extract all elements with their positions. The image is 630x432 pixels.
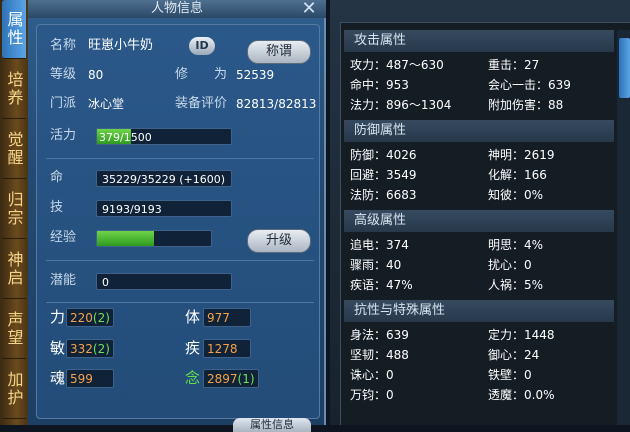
divider <box>46 260 314 261</box>
exp-bar-fill <box>97 231 154 246</box>
resist-stat-5: 铁壁：0 <box>488 368 532 382</box>
vertical-tab-bar: 属性 培养 觉醒 归宗 神启 声望 加护 <box>0 0 28 425</box>
skill-label: 技 <box>50 200 64 215</box>
divider <box>46 158 314 159</box>
gear-score-label: 装备评价 <box>175 96 228 111</box>
tab-protection[interactable]: 加护 <box>2 360 26 419</box>
strength-value: 220 <box>70 311 93 325</box>
name-value: 旺崽小牛奶 <box>88 38 154 53</box>
strength-value-box: 220(2) <box>66 308 114 327</box>
life-value: 35229/35229 (+1600) <box>96 170 232 187</box>
exp-bar <box>96 230 212 247</box>
tab-awaken[interactable]: 觉醒 <box>2 120 26 179</box>
vitality-bar: 379/1500 <box>96 128 232 145</box>
advanced-stat-3: 扰心：0 <box>488 258 532 272</box>
strength-bonus: (2) <box>92 311 110 325</box>
advanced-stat-4: 疾语：47% <box>350 278 413 292</box>
cultivation-value: 52539 <box>236 68 275 82</box>
defense-stat-1: 神明：2619 <box>488 148 555 162</box>
level-value: 80 <box>88 68 104 82</box>
mind-label: 念 <box>185 369 201 387</box>
vitality-label: 活力 <box>50 128 77 143</box>
speed-label: 疾 <box>185 339 201 357</box>
divider <box>46 302 314 303</box>
skill-value: 9193/9193 <box>96 200 232 217</box>
sect-label: 门派 <box>50 96 77 111</box>
advanced-stat-0: 追电：374 <box>350 238 409 252</box>
name-label: 名称 <box>50 38 77 53</box>
speed-value-box: 1278 <box>203 339 251 358</box>
advanced-stat-5: 人祸：5% <box>488 278 544 292</box>
resist-stat-4: 诛心：0 <box>350 368 394 382</box>
tab-cultivate[interactable]: 培养 <box>2 60 26 119</box>
attack-stat-2: 命中：953 <box>350 78 409 92</box>
id-button[interactable]: ID <box>189 37 215 55</box>
potential-label: 潜能 <box>50 273 77 288</box>
defense-stat-5: 知彼：0% <box>488 188 544 202</box>
defense-stat-2: 回避：3549 <box>350 168 417 182</box>
upgrade-button[interactable]: 升级 <box>247 229 311 253</box>
attribute-info-button[interactable]: 属性信息 <box>233 418 311 432</box>
mind-value: 2897 <box>207 372 238 386</box>
life-label: 命 <box>50 170 64 185</box>
defense-stat-3: 化解：166 <box>488 168 547 182</box>
agility-bonus: (2) <box>92 342 110 356</box>
potential-value: 0 <box>96 273 232 290</box>
detail-scrollbar-thumb[interactable] <box>619 38 630 98</box>
attack-stat-1: 重击：27 <box>488 58 540 72</box>
attack-stat-3: 会心一击：639 <box>488 78 571 92</box>
strength-label: 力 <box>50 308 66 326</box>
agility-value-box: 332(2) <box>66 339 114 358</box>
defense-section-header: 防御属性 <box>344 120 614 142</box>
constitution-value-box: 977 <box>203 308 251 327</box>
speed-value: 1278 <box>207 342 238 356</box>
tab-divine[interactable]: 神启 <box>2 240 26 299</box>
resist-stat-2: 坚韧：488 <box>350 348 409 362</box>
tab-return[interactable]: 归宗 <box>2 180 26 239</box>
title-button[interactable]: 称谓 <box>247 40 311 64</box>
tab-reputation[interactable]: 声望 <box>2 300 26 359</box>
soul-value-box: 599 <box>66 369 114 388</box>
advanced-section-header: 高级属性 <box>344 210 614 232</box>
level-label: 等级 <box>50 67 77 82</box>
sect-value: 冰心堂 <box>88 97 125 111</box>
window-title: 人物信息 <box>150 1 203 16</box>
attack-section-header: 攻击属性 <box>344 30 614 52</box>
attack-stat-0: 攻力：487～630 <box>350 58 444 72</box>
advanced-stat-1: 明思：4% <box>488 238 544 252</box>
resist-stat-1: 定力：1448 <box>488 328 555 342</box>
resist-stat-3: 御心：24 <box>488 348 540 362</box>
constitution-label: 体 <box>185 308 201 326</box>
vitality-value: 379/1500 <box>99 131 152 144</box>
defense-stat-4: 法防：6683 <box>350 188 417 202</box>
window-title-bar: 人物信息 ✕ <box>28 0 326 18</box>
resist-section-header: 抗性与特殊属性 <box>344 300 614 322</box>
exp-label: 经验 <box>50 230 77 245</box>
attack-stat-4: 法力：896～1304 <box>350 98 452 112</box>
resist-stat-0: 身法：639 <box>350 328 409 342</box>
close-icon[interactable]: ✕ <box>298 0 320 18</box>
cultivation-label: 修 为 <box>175 67 228 82</box>
mind-value-box: 2897(1) <box>203 369 259 388</box>
agility-value: 332 <box>70 342 93 356</box>
soul-label: 魂 <box>50 369 66 387</box>
resist-stat-6: 万钧：0 <box>350 388 394 402</box>
constitution-value: 977 <box>207 311 230 325</box>
agility-label: 敏 <box>50 339 66 357</box>
defense-stat-0: 防御：4026 <box>350 148 417 162</box>
attack-stat-5: 附加伤害：88 <box>488 98 564 112</box>
tab-attributes[interactable]: 属性 <box>2 0 26 59</box>
soul-value: 599 <box>70 372 93 386</box>
info-frame <box>36 24 320 419</box>
advanced-stat-2: 骤雨：40 <box>350 258 402 272</box>
mind-bonus: (1) <box>237 372 255 386</box>
gear-score-value: 82813/82813 <box>236 97 317 111</box>
resist-stat-7: 透魔：0.0% <box>488 388 555 402</box>
